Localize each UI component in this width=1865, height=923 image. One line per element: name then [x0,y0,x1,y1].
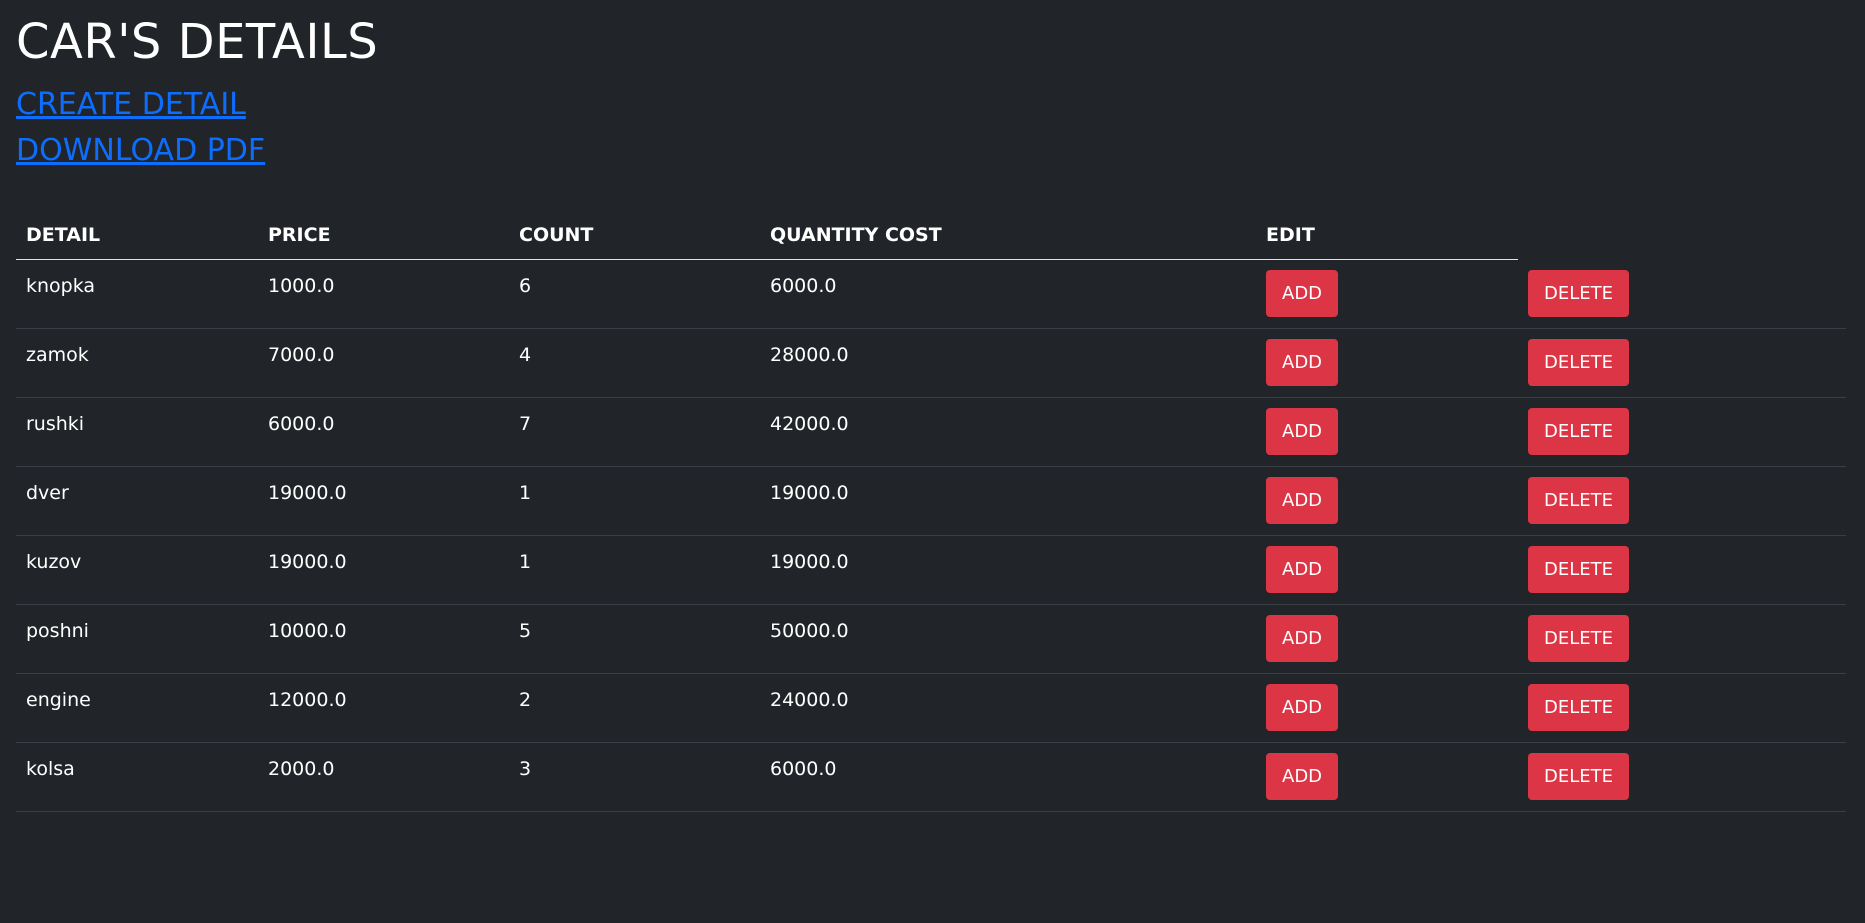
cell-price: 19000.0 [268,482,347,504]
delete-button[interactable]: DELETE [1528,270,1630,317]
header-count: COUNT [519,224,594,246]
cell-count: 2 [519,689,532,711]
details-table: DETAIL PRICE COUNT QUANTITY COST EDIT kn… [16,216,1846,812]
cell-detail: knopka [26,275,96,297]
cell-price: 1000.0 [268,275,335,297]
cell-quantity-cost: 24000.0 [770,689,849,711]
cell-detail: rushki [26,413,85,435]
delete-button[interactable]: DELETE [1528,408,1630,455]
cell-quantity-cost: 50000.0 [770,620,849,642]
table-row: kuzov 19000.0 1 19000.0 ADD DELETE [16,536,1846,605]
add-button[interactable]: ADD [1266,408,1339,455]
add-button[interactable]: ADD [1266,477,1339,524]
cell-count: 4 [519,344,532,366]
download-pdf-link[interactable]: DOWNLOAD PDF [16,133,265,169]
create-detail-link[interactable]: CREATE DETAIL [16,87,246,123]
cell-quantity-cost: 42000.0 [770,413,849,435]
cell-detail: dver [26,482,69,504]
cell-count: 1 [519,551,532,573]
cell-count: 3 [519,758,532,780]
delete-button[interactable]: DELETE [1528,477,1630,524]
add-button[interactable]: ADD [1266,684,1339,731]
cell-detail: zamok [26,344,89,366]
header-quantity-cost: QUANTITY COST [770,224,942,246]
cell-quantity-cost: 6000.0 [770,275,837,297]
add-button[interactable]: ADD [1266,270,1339,317]
cell-count: 6 [519,275,532,297]
cell-detail: kolsa [26,758,75,780]
add-button[interactable]: ADD [1266,546,1339,593]
cell-quantity-cost: 6000.0 [770,758,837,780]
table-row: knopka 1000.0 6 6000.0 ADD DELETE [16,260,1846,329]
cell-detail: engine [26,689,91,711]
add-button[interactable]: ADD [1266,615,1339,662]
table-row: dver 19000.0 1 19000.0 ADD DELETE [16,467,1846,536]
cell-price: 10000.0 [268,620,347,642]
cell-price: 19000.0 [268,551,347,573]
cell-price: 12000.0 [268,689,347,711]
cell-count: 7 [519,413,532,435]
table-row: zamok 7000.0 4 28000.0 ADD DELETE [16,329,1846,398]
table-row: poshni 10000.0 5 50000.0 ADD DELETE [16,605,1846,674]
table-row: engine 12000.0 2 24000.0 ADD DELETE [16,674,1846,743]
cell-detail: poshni [26,620,89,642]
table-row: kolsa 2000.0 3 6000.0 ADD DELETE [16,743,1846,812]
header-edit: EDIT [1266,224,1315,246]
cell-price: 2000.0 [268,758,335,780]
page: CAR'S DETAILS CREATE DETAIL DOWNLOAD PDF… [0,0,1865,923]
delete-button[interactable]: DELETE [1528,546,1630,593]
delete-button[interactable]: DELETE [1528,615,1630,662]
cell-detail: kuzov [26,551,82,573]
header-detail: DETAIL [26,224,101,246]
cell-price: 6000.0 [268,413,335,435]
cell-quantity-cost: 28000.0 [770,344,849,366]
cell-price: 7000.0 [268,344,335,366]
delete-button[interactable]: DELETE [1528,339,1630,386]
delete-button[interactable]: DELETE [1528,684,1630,731]
cell-count: 1 [519,482,532,504]
delete-button[interactable]: DELETE [1528,753,1630,800]
header-price: PRICE [268,224,331,246]
table-header: DETAIL PRICE COUNT QUANTITY COST EDIT [16,216,1518,260]
page-title: CAR'S DETAILS [16,14,379,70]
cell-quantity-cost: 19000.0 [770,551,849,573]
cell-count: 5 [519,620,532,642]
add-button[interactable]: ADD [1266,339,1339,386]
add-button[interactable]: ADD [1266,753,1339,800]
table-row: rushki 6000.0 7 42000.0 ADD DELETE [16,398,1846,467]
cell-quantity-cost: 19000.0 [770,482,849,504]
